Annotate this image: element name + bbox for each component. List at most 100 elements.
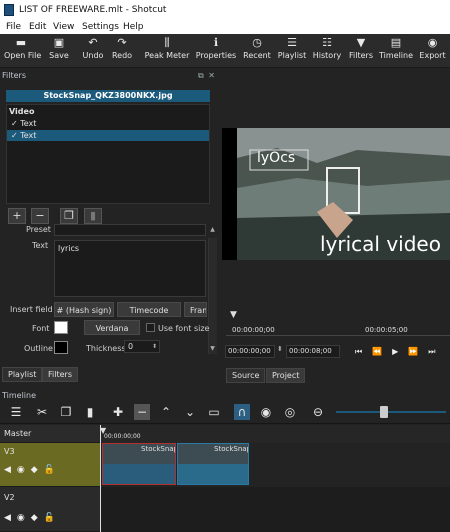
remove-filter-button[interactable]: −	[31, 208, 49, 224]
hash-sign-button[interactable]: # (Hash sign)	[54, 302, 114, 317]
export-button[interactable]: ◉ Export	[417, 36, 448, 66]
track-header-v2[interactable]: V2 ◀◉◆🔓	[0, 487, 100, 532]
left-tabs: Playlist Filters	[0, 366, 220, 382]
use-font-size-checkbox[interactable]	[146, 323, 155, 332]
timeline-header: Timeline	[0, 390, 450, 400]
tab-filters[interactable]: Filters	[42, 367, 78, 382]
preset-select[interactable]	[54, 224, 206, 236]
scroll-up-icon[interactable]: ▲	[208, 224, 217, 236]
menu-help[interactable]: Help	[123, 22, 144, 32]
timeline-title: Timeline	[2, 391, 37, 400]
timeline-clip[interactable]: StockSnap	[102, 443, 176, 485]
frame-button[interactable]: Fram	[184, 302, 207, 317]
remove-icon[interactable]: −	[134, 404, 150, 420]
recent-button[interactable]: ◷ Recent	[241, 36, 273, 66]
copy-filter-button[interactable]: ❐	[60, 208, 78, 224]
overwrite-icon[interactable]: ⌄	[182, 404, 198, 420]
title-bar: LIST OF FREEWARE.mlt - Shotcut	[0, 0, 450, 20]
total-duration: 00:00:08;00	[286, 345, 340, 358]
timeline-toolbar: ☰ ✂ ❐ ▮ ✚ − ⌃ ⌄ ▭ ∩ ◉ ◎ ⊖	[0, 400, 450, 424]
zoom-slider-handle[interactable]	[380, 406, 388, 418]
undo-button[interactable]: ↶ Undo	[80, 36, 106, 66]
filter-list[interactable]: Video ✓ Text ✓ Text	[6, 104, 210, 204]
append-icon[interactable]: ✚	[110, 404, 126, 420]
scroll-down-icon[interactable]: ▼	[208, 345, 217, 355]
filter-item-selected[interactable]: ✓ Text	[7, 130, 209, 141]
filter-scrollbar[interactable]	[208, 238, 217, 354]
track-controls-icons[interactable]: ◀◉◆🔓	[4, 465, 61, 475]
paste-icon[interactable]: ▮	[82, 404, 98, 420]
history-button[interactable]: ☷ History	[312, 36, 342, 66]
player-tabs: Source Project	[224, 368, 450, 384]
menu-file[interactable]: File	[6, 22, 21, 32]
split-icon[interactable]: ▭	[206, 404, 222, 420]
menu-bar: File Edit View Settings Help	[0, 20, 450, 34]
cut-icon[interactable]: ✂	[34, 404, 50, 420]
lift-icon[interactable]: ⌃	[158, 404, 174, 420]
timeline-clip[interactable]: StockSnap	[177, 443, 249, 485]
clock-icon: ◷	[252, 36, 262, 49]
scrub-icon[interactable]: ◉	[258, 404, 274, 420]
track-header-v3[interactable]: V3 ◀◉◆🔓	[0, 443, 100, 487]
properties-button[interactable]: ℹ Properties	[194, 36, 238, 66]
folder-open-icon: ▬	[15, 36, 27, 49]
zoom-out-icon[interactable]: ⊖	[310, 404, 326, 420]
playhead-icon[interactable]: ▼	[230, 310, 237, 320]
checkbox-icon[interactable]: ✓	[11, 131, 18, 140]
font-button[interactable]: Verdana	[84, 320, 140, 335]
zoom-slider[interactable]	[336, 411, 446, 413]
menu-icon[interactable]: ☰	[8, 404, 24, 420]
current-timecode[interactable]: 00:00:00;00	[225, 345, 275, 358]
thickness-spinbox[interactable]: 0 ⬍	[124, 340, 160, 353]
ruler-start-label: 00:00:00;00	[232, 326, 275, 334]
playlist-button[interactable]: ☰ Playlist	[277, 36, 307, 66]
copy-icon: ❐	[64, 209, 74, 222]
open-file-button[interactable]: ▬ Open File	[4, 36, 41, 66]
panel-float-close-icons[interactable]: ⧉ ✕	[198, 71, 216, 81]
master-track-header: Master	[0, 425, 100, 443]
spin-arrows-icon[interactable]: ⬍	[152, 341, 157, 352]
filters-button[interactable]: ▼ Filters	[346, 36, 376, 66]
transport-controls[interactable]: ⏮⏪▶⏩⏭	[355, 347, 445, 357]
timeline-button[interactable]: ▤ Timeline	[379, 36, 413, 66]
timeline-icon: ▤	[390, 36, 402, 49]
checkbox-icon[interactable]: ✓	[11, 119, 18, 128]
insert-field-label: Insert field	[10, 305, 53, 314]
timeline-ruler[interactable]: ▼ 00:00:00;00	[100, 425, 450, 443]
tab-playlist[interactable]: Playlist	[2, 367, 43, 382]
tab-source[interactable]: Source	[226, 368, 266, 383]
font-color-swatch[interactable]	[54, 321, 68, 334]
peak-meter-button[interactable]: ⫼ Peak Meter	[144, 36, 190, 66]
timecode-button[interactable]: Timecode	[117, 302, 181, 317]
clip-label: StockSnap	[141, 445, 176, 453]
text-label: Text	[32, 241, 49, 250]
menu-view[interactable]: View	[53, 22, 74, 32]
timeline-playhead-line	[100, 425, 101, 532]
filter-item[interactable]: ✓ Text	[7, 118, 209, 129]
menu-settings[interactable]: Settings	[82, 22, 119, 32]
clip-name: StockSnap_QKZ3800NKX.jpg	[6, 90, 210, 102]
track-controls-icons[interactable]: ◀◉◆🔓	[4, 513, 61, 523]
ruler-5s-label: 00:00:05;00	[365, 326, 408, 334]
timecode-spin-icon[interactable]: ⬍	[277, 345, 283, 353]
save-button[interactable]: ▣ Save	[46, 36, 72, 66]
tab-project[interactable]: Project	[266, 368, 306, 383]
ripple-icon[interactable]: ◎	[282, 404, 298, 420]
plus-icon: +	[12, 209, 22, 222]
font-label: Font	[32, 324, 50, 333]
add-filter-button[interactable]: +	[8, 208, 26, 224]
redo-button[interactable]: ↷ Redo	[109, 36, 135, 66]
snap-icon[interactable]: ∩	[234, 404, 250, 420]
filters-panel-title: Filters	[2, 71, 26, 80]
history-icon: ☷	[322, 36, 332, 49]
thickness-label: Thickness	[86, 344, 126, 353]
timeline-ruler-start: 00:00:00;00	[104, 433, 141, 440]
player-ruler[interactable]: ▼ 00:00:00;00 00:00:05;00	[226, 310, 450, 336]
track-v3-lane[interactable]: StockSnap StockSnap	[100, 443, 450, 487]
clip-label: StockSnap	[214, 445, 249, 453]
menu-edit[interactable]: Edit	[29, 22, 46, 32]
copy-icon[interactable]: ❐	[58, 404, 74, 420]
text-input[interactable]: lyrics	[54, 240, 206, 297]
outline-color-swatch[interactable]	[54, 341, 68, 354]
paste-filter-button[interactable]: ▮	[84, 208, 102, 224]
